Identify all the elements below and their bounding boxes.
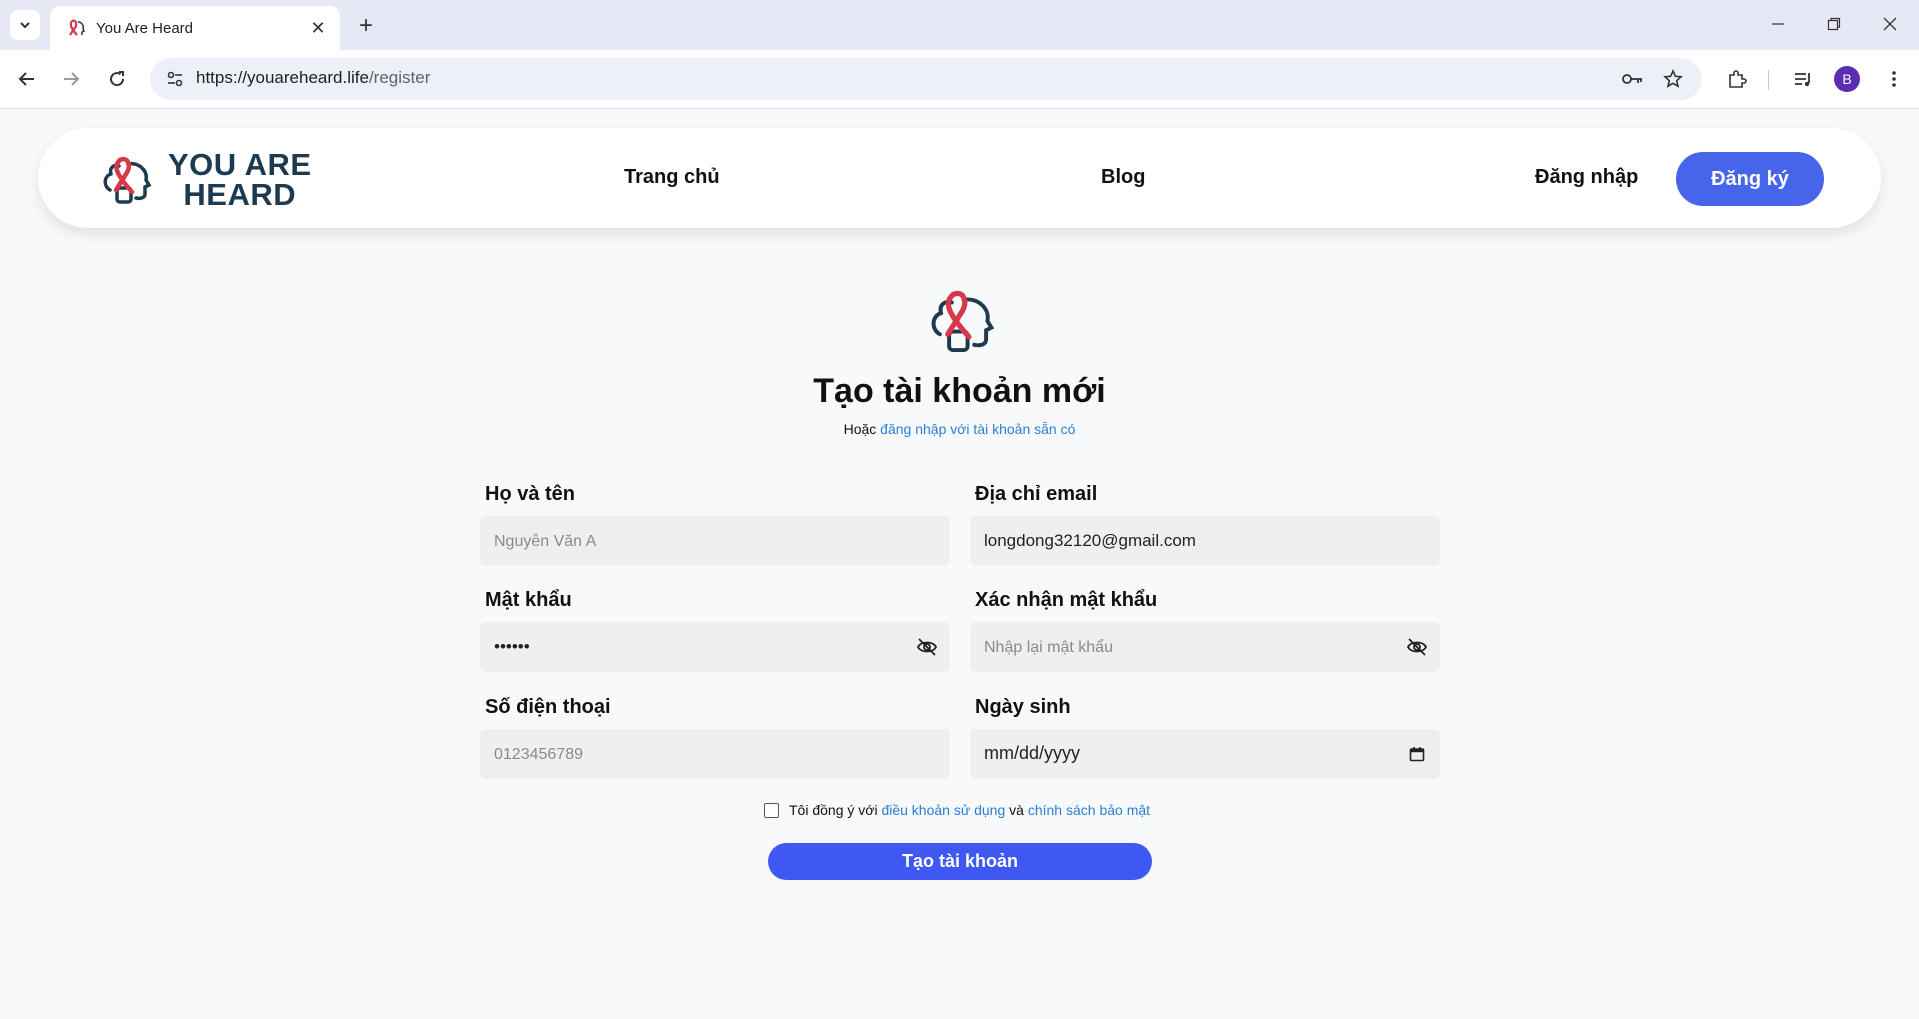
profile-avatar[interactable]: B: [1834, 66, 1860, 92]
brand-line-1: YOU ARE: [168, 147, 312, 182]
confirm-password-label: Xác nhận mật khẩu: [975, 589, 1158, 611]
reload-icon[interactable]: [102, 64, 132, 94]
fullname-input[interactable]: [480, 516, 950, 566]
nav-blog-link[interactable]: Blog: [1101, 166, 1145, 189]
ribbon-favicon-icon: [69, 19, 86, 36]
ribbon-head-logo-icon: [103, 156, 152, 204]
email-input[interactable]: [970, 516, 1440, 566]
password-label: Mật khẩu: [485, 589, 572, 611]
toolbar-separator: [1768, 70, 1769, 90]
phone-field[interactable]: [480, 729, 950, 779]
dob-label: Ngày sinh: [975, 696, 1071, 718]
login-link[interactable]: Đăng nhập: [1535, 166, 1638, 189]
back-arrow-icon[interactable]: [12, 64, 42, 94]
media-queue-icon[interactable]: [1788, 64, 1818, 94]
brand-name: YOU ARE HEARD: [168, 147, 312, 212]
terms-checkbox[interactable]: [764, 802, 779, 818]
url-path: /register: [368, 68, 431, 87]
terms-of-use-link[interactable]: điều khoản sử dụng: [881, 802, 1005, 818]
tab-title: You Are Heard: [96, 19, 194, 37]
confirm-password-input[interactable]: [970, 622, 1440, 672]
terms-prefix: Tôi đồng ý với: [789, 802, 878, 818]
chevron-down-icon: [20, 22, 30, 29]
phone-label: Số điện thoại: [485, 696, 611, 718]
subtitle-prefix: Hoặc: [843, 421, 877, 437]
url-host: https://youareheard.life: [196, 68, 369, 87]
hide-confirm-eye-icon[interactable]: [1404, 634, 1430, 660]
extensions-puzzle-icon[interactable]: [1722, 64, 1752, 94]
brand-line-2: HEARD: [183, 177, 297, 212]
privacy-policy-link[interactable]: chính sách bảo mật: [1028, 802, 1150, 818]
terms-and: và: [1009, 802, 1024, 818]
fullname-label: Họ và tên: [485, 483, 576, 505]
calendar-icon[interactable]: [1406, 743, 1428, 765]
email-field[interactable]: [970, 516, 1440, 566]
tab-list-button[interactable]: [10, 10, 40, 40]
dob-field[interactable]: mm/dd/yyyy: [970, 729, 1440, 779]
minimize-icon[interactable]: [1758, 8, 1798, 40]
login-existing-link[interactable]: đăng nhập với tài khoản sẵn có: [880, 421, 1075, 437]
site-info-icon[interactable]: [160, 64, 190, 94]
phone-input[interactable]: [480, 729, 950, 779]
brand-logo[interactable]: YOU ARE HEARD: [98, 147, 312, 212]
bookmark-star-icon[interactable]: [1658, 64, 1688, 94]
browser-tab-active[interactable]: You Are Heard ✕: [50, 6, 340, 50]
signup-button[interactable]: Đăng ký: [1676, 152, 1824, 206]
hero-ribbon-logo-icon: [931, 290, 995, 353]
page-subtitle: Hoặc đăng nhập với tài khoản sẵn có: [0, 421, 1919, 437]
window-close-icon[interactable]: [1870, 8, 1910, 40]
tab-close-icon[interactable]: ✕: [306, 16, 330, 40]
email-label: Địa chỉ email: [975, 483, 1098, 505]
restore-icon[interactable]: [1814, 8, 1854, 40]
hide-password-eye-icon[interactable]: [914, 634, 940, 660]
password-field[interactable]: [480, 622, 950, 672]
address-bar[interactable]: https://youareheard.life/register: [150, 58, 1702, 100]
password-input[interactable]: [480, 622, 950, 672]
fullname-field[interactable]: [480, 516, 950, 566]
site-header: YOU ARE HEARD Trang chủ Blog Đăng nhập Đ…: [38, 128, 1881, 228]
nav-home-link[interactable]: Trang chủ: [624, 166, 720, 189]
dob-input[interactable]: mm/dd/yyyy: [984, 743, 1080, 764]
url-text: https://youareheard.life/register: [196, 68, 430, 88]
create-account-button[interactable]: Tạo tài khoản: [768, 843, 1152, 880]
browser-toolbar: https://youareheard.life/register B: [0, 50, 1919, 109]
browser-tab-bar: You Are Heard ✕ +: [0, 0, 1919, 50]
terms-row: Tôi đồng ý với điều khoản sử dụng và chí…: [764, 802, 1150, 818]
more-menu-icon[interactable]: [1879, 64, 1909, 94]
page-title: Tạo tài khoản mới: [813, 372, 1106, 410]
confirm-password-field[interactable]: [970, 622, 1440, 672]
forward-arrow-icon[interactable]: [56, 64, 86, 94]
password-key-icon[interactable]: [1618, 64, 1648, 94]
new-tab-icon[interactable]: +: [352, 12, 380, 40]
